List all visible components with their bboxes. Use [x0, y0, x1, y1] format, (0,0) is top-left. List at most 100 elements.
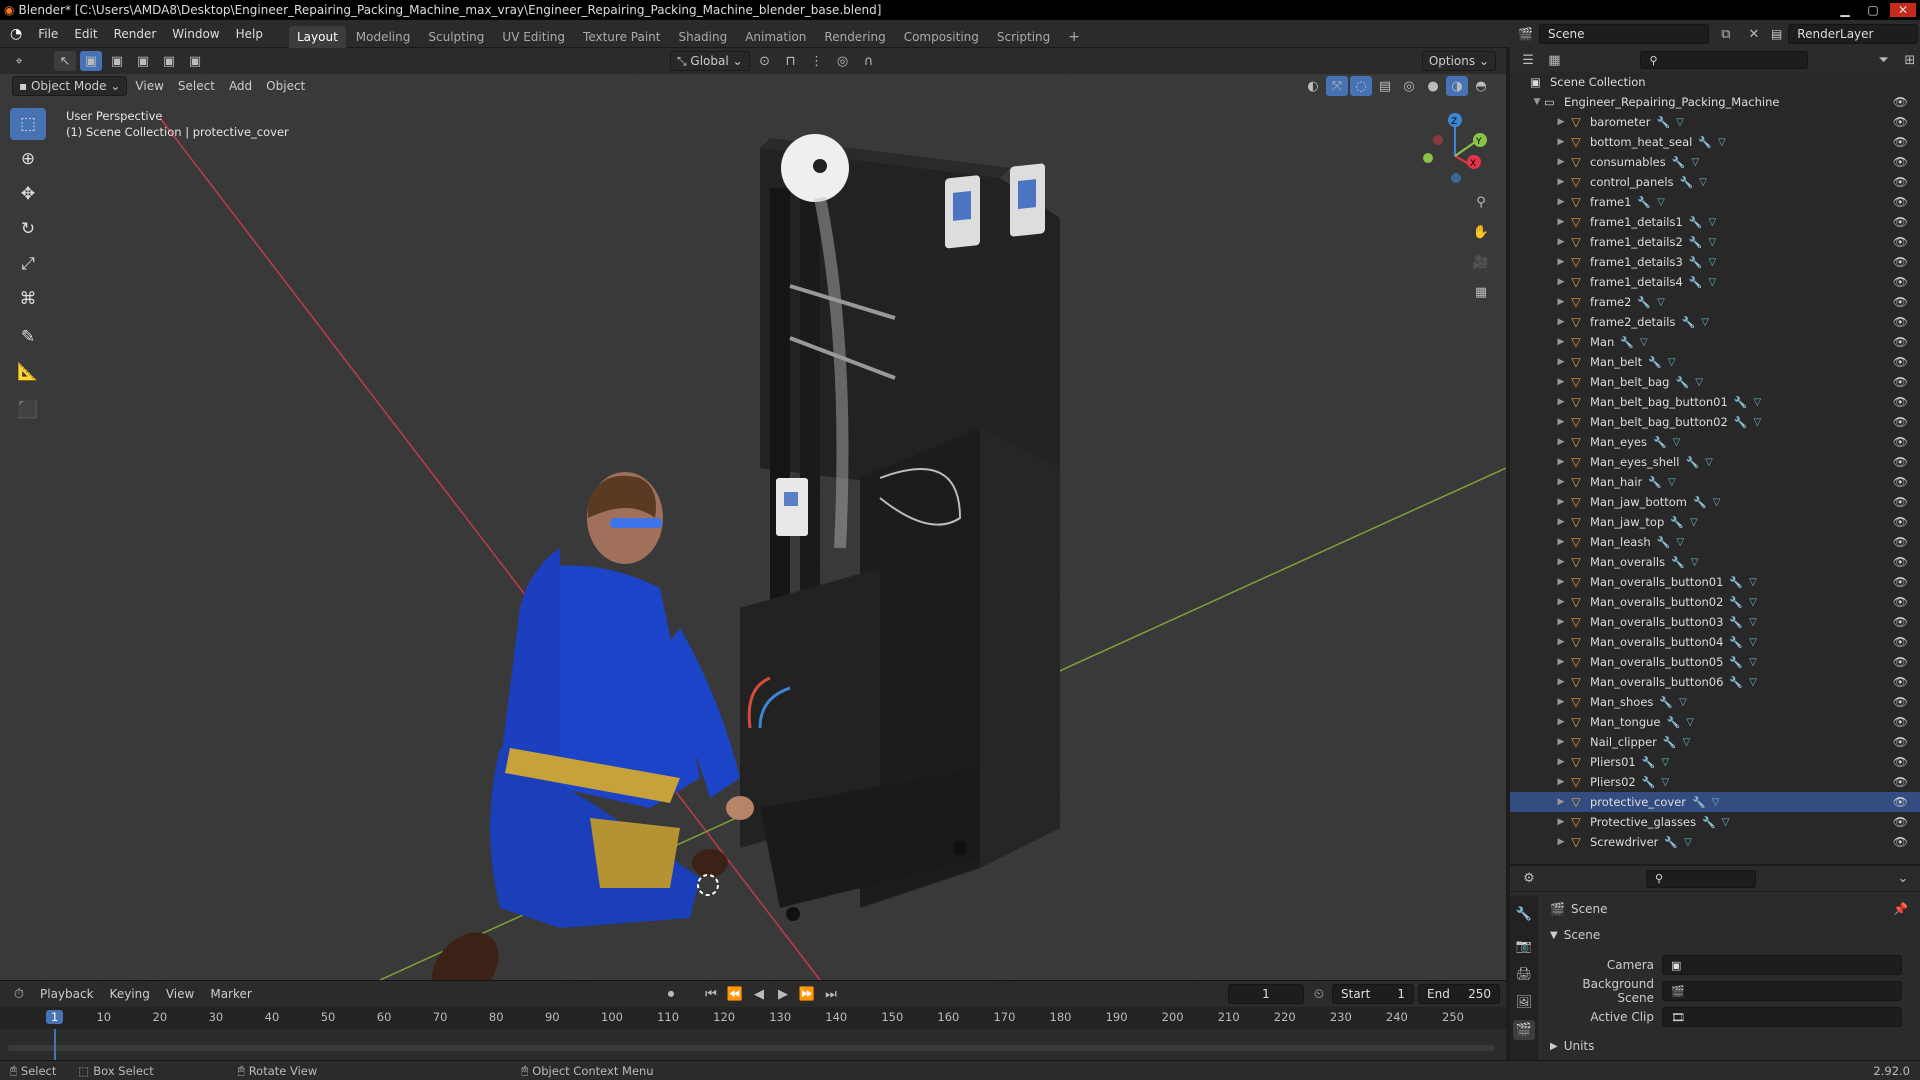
outliner-editor-type-icon[interactable]: ☰ [1518, 50, 1538, 70]
eye-icon[interactable]: 👁 [1893, 475, 1908, 489]
expand-arrow-icon[interactable]: ▶ [1554, 257, 1568, 267]
mesh-data-icon[interactable]: ▽ [1749, 597, 1757, 608]
ortho-toggle-icon[interactable]: ▦ [1470, 282, 1492, 302]
modifier-icon[interactable]: 🔧 [1734, 396, 1748, 409]
expand-arrow-icon[interactable]: ▶ [1554, 677, 1568, 687]
expand-arrow-icon[interactable]: ▶ [1554, 657, 1568, 667]
mesh-data-icon[interactable]: ▽ [1668, 357, 1676, 368]
outliner-row[interactable]: ▶ ▽ Man_belt 🔧 ▽ 👁 [1510, 352, 1920, 372]
select-box-tool-icon[interactable]: ⬚ [10, 108, 46, 140]
modifier-icon[interactable]: 🔧 [1656, 116, 1670, 129]
modifier-icon[interactable]: 🔧 [1637, 296, 1651, 309]
mesh-data-icon[interactable]: ▽ [1709, 217, 1717, 228]
outliner-row[interactable]: ▶ ▽ Man_overalls_button04 🔧 ▽ 👁 [1510, 632, 1920, 652]
maximize-icon[interactable]: ▢ [1862, 3, 1884, 17]
expand-arrow-icon[interactable]: ▶ [1554, 557, 1568, 567]
view-layer-selector[interactable]: RenderLayer [1788, 24, 1919, 44]
add-cube-tool-icon[interactable]: ⬛ [10, 394, 46, 426]
expand-arrow-icon[interactable]: ▶ [1554, 457, 1568, 467]
outliner-row[interactable]: ▶ ▽ Man_overalls 🔧 ▽ 👁 [1510, 552, 1920, 572]
outliner-row[interactable]: ▶ ▽ protective_cover 🔧 ▽ 👁 [1510, 792, 1920, 812]
jump-keyframe-forward-icon[interactable]: ⏩ [796, 984, 818, 1004]
viewport-menu-add[interactable]: Add [223, 76, 258, 96]
background-scene-field[interactable]: 🎬 [1662, 981, 1902, 1001]
tab-scripting[interactable]: Scripting [989, 26, 1058, 48]
timeline-editor-type-icon[interactable]: ⏱ [8, 984, 30, 1004]
outliner-row[interactable]: ▶ ▽ Man_eyes_shell 🔧 ▽ 👁 [1510, 452, 1920, 472]
modifier-icon[interactable]: 🔧 [1648, 476, 1662, 489]
tool-tab-icon[interactable]: 🔧 [1513, 904, 1535, 924]
mesh-data-icon[interactable]: ▽ [1661, 777, 1669, 788]
expand-arrow-icon[interactable]: ▶ [1554, 237, 1568, 247]
render-tab-icon[interactable]: 📷 [1513, 936, 1535, 956]
proportional-edit-icon[interactable]: ◎ [832, 51, 854, 71]
outliner-row[interactable]: ▶ ▽ Man 🔧 ▽ 👁 [1510, 332, 1920, 352]
mesh-data-icon[interactable]: ▽ [1749, 637, 1757, 648]
jump-end-icon[interactable]: ⏭ [820, 984, 842, 1004]
expand-arrow-icon[interactable]: ▶ [1554, 157, 1568, 167]
modifier-icon[interactable]: 🔧 [1734, 416, 1748, 429]
tab-sculpting[interactable]: Sculpting [420, 26, 492, 48]
camera-field[interactable]: ▣ [1662, 955, 1902, 975]
mesh-data-icon[interactable]: ▽ [1679, 697, 1687, 708]
modifier-icon[interactable]: 🔧 [1648, 356, 1662, 369]
outliner-row[interactable]: ▶ ▽ Man_overalls_button06 🔧 ▽ 👁 [1510, 672, 1920, 692]
eye-icon[interactable]: 👁 [1893, 255, 1908, 269]
expand-arrow-icon[interactable]: ▶ [1554, 437, 1568, 447]
viewport-menu-view[interactable]: View [129, 76, 169, 96]
mesh-data-icon[interactable]: ▽ [1749, 677, 1757, 688]
outliner-search-input[interactable]: ⚲ [1640, 51, 1808, 69]
expand-arrow-icon[interactable]: ▶ [1554, 757, 1568, 767]
menu-help[interactable]: Help [228, 27, 271, 41]
start-frame-field[interactable]: Start 1 [1332, 984, 1414, 1004]
modifier-icon[interactable]: 🔧 [1672, 156, 1686, 169]
preview-range-icon[interactable]: ⏲ [1308, 984, 1330, 1004]
3d-viewport[interactable]: Z X Y [0, 48, 1506, 980]
outliner-row[interactable]: ▶ ▽ Man_overalls_button05 🔧 ▽ 👁 [1510, 652, 1920, 672]
mesh-data-icon[interactable]: ▽ [1684, 837, 1692, 848]
expand-arrow-icon[interactable]: ▶ [1554, 297, 1568, 307]
chevron-down-icon[interactable]: ⌄ [1892, 869, 1914, 889]
timeline-menu-view[interactable]: View [160, 984, 200, 1004]
annotate-tool-icon[interactable]: ✎ [10, 321, 46, 353]
menu-file[interactable]: File [30, 27, 66, 41]
modifier-icon[interactable]: 🔧 [1729, 576, 1743, 589]
outliner-row[interactable]: ▶ ▽ Man_jaw_bottom 🔧 ▽ 👁 [1510, 492, 1920, 512]
properties-search-input[interactable]: ⚲ [1646, 869, 1756, 888]
modifier-icon[interactable]: 🔧 [1685, 456, 1699, 469]
eye-icon[interactable]: 👁 [1893, 655, 1908, 669]
eye-icon[interactable]: 👁 [1893, 315, 1908, 329]
modifier-icon[interactable]: 🔧 [1729, 596, 1743, 609]
object-mode-dropdown[interactable]: ▪ Object Mode ⌄ [12, 76, 128, 96]
outliner-collection-row[interactable]: ▼ ▭ Engineer_Repairing_Packing_Machine 👁 [1510, 92, 1920, 112]
transform-orientation-dropdown[interactable]: ⤡ Global ⌄ [670, 51, 750, 71]
eye-icon[interactable]: 👁 [1893, 275, 1908, 289]
eye-icon[interactable]: 👁 [1893, 575, 1908, 589]
expand-arrow-icon[interactable]: ▶ [1554, 717, 1568, 727]
modifier-icon[interactable]: 🔧 [1653, 436, 1667, 449]
outliner-row[interactable]: ▶ ▽ Protective_glasses 🔧 ▽ 👁 [1510, 812, 1920, 832]
expand-arrow-icon[interactable]: ▶ [1554, 497, 1568, 507]
modifier-icon[interactable]: 🔧 [1671, 556, 1685, 569]
outliner-row[interactable]: ▶ ▽ frame2 🔧 ▽ 👁 [1510, 292, 1920, 312]
mesh-data-icon[interactable]: ▽ [1640, 337, 1648, 348]
tab-modeling[interactable]: Modeling [348, 26, 419, 48]
eye-icon[interactable]: 👁 [1893, 775, 1908, 789]
modifier-icon[interactable]: 🔧 [1689, 256, 1703, 269]
eye-icon[interactable]: 👁 [1893, 155, 1908, 169]
modifier-icon[interactable]: 🔧 [1642, 776, 1656, 789]
move-tool-icon[interactable]: ✥ [10, 178, 46, 210]
modifier-icon[interactable]: 🔧 [1729, 656, 1743, 669]
expand-arrow-icon[interactable]: ▶ [1554, 697, 1568, 707]
eye-icon[interactable]: 👁 [1893, 815, 1908, 829]
timeline-menu-marker[interactable]: Marker [204, 984, 257, 1004]
outliner-row[interactable]: ▶ ▽ Man_jaw_top 🔧 ▽ 👁 [1510, 512, 1920, 532]
outliner-row[interactable]: ▶ ▽ Man_belt_bag 🔧 ▽ 👁 [1510, 372, 1920, 392]
play-icon[interactable]: ▶ [772, 984, 794, 1004]
eye-icon[interactable]: 👁 [1893, 295, 1908, 309]
filter-icon[interactable]: ⏷ [1874, 50, 1894, 70]
outliner-row[interactable]: ▶ ▽ control_panels 🔧 ▽ 👁 [1510, 172, 1920, 192]
eye-icon[interactable]: 👁 [1893, 215, 1908, 229]
select-mode-intersect-icon[interactable]: ▣ [184, 51, 206, 71]
shading-solid-icon[interactable]: ● [1422, 76, 1444, 96]
